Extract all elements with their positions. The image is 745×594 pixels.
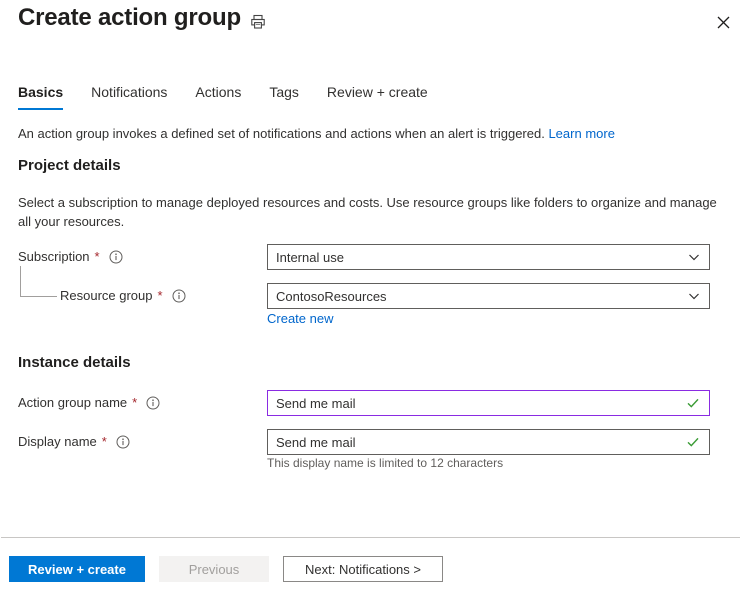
- chevron-down-icon: [688, 251, 700, 263]
- checkmark-icon: [686, 435, 700, 449]
- resource-group-label-text: Resource group: [60, 288, 153, 303]
- page-header: Create action group: [0, 0, 745, 56]
- resource-group-label: Resource group *: [60, 288, 186, 303]
- required-marker: *: [157, 288, 163, 303]
- project-details-heading: Project details: [18, 157, 121, 174]
- subscription-dropdown[interactable]: Internal use: [267, 244, 710, 270]
- info-icon[interactable]: [172, 289, 186, 303]
- tab-actions[interactable]: Actions: [181, 80, 255, 110]
- next-notifications-button[interactable]: Next: Notifications >: [283, 556, 443, 582]
- action-group-name-label: Action group name *: [18, 395, 160, 410]
- close-icon[interactable]: [707, 6, 739, 38]
- tab-basics[interactable]: Basics: [18, 80, 77, 110]
- tab-notifications[interactable]: Notifications: [77, 80, 181, 110]
- learn-more-link[interactable]: Learn more: [548, 126, 614, 141]
- project-details-description: Select a subscription to manage deployed…: [18, 195, 717, 229]
- create-new-link[interactable]: Create new: [267, 311, 333, 326]
- footer-actions: Review + create Previous Next: Notificat…: [9, 556, 443, 582]
- chevron-down-icon: [688, 290, 700, 302]
- info-icon[interactable]: [146, 396, 160, 410]
- review-create-button[interactable]: Review + create: [9, 556, 145, 582]
- resource-group-connector: [20, 266, 57, 297]
- action-group-name-value: Send me mail: [276, 395, 356, 411]
- tab-review-create[interactable]: Review + create: [313, 80, 442, 110]
- info-icon[interactable]: [116, 435, 130, 449]
- subscription-label: Subscription *: [18, 249, 123, 264]
- resource-group-dropdown[interactable]: ContosoResources: [267, 283, 710, 309]
- print-icon[interactable]: [246, 10, 270, 34]
- footer-divider: [1, 537, 740, 538]
- action-group-name-input[interactable]: Send me mail: [267, 390, 710, 416]
- display-name-input[interactable]: Send me mail: [267, 429, 710, 455]
- tab-tags[interactable]: Tags: [255, 80, 313, 110]
- required-marker: *: [132, 395, 138, 410]
- page-title: Create action group: [18, 4, 241, 31]
- action-group-name-label-text: Action group name: [18, 395, 128, 410]
- display-name-value: Send me mail: [276, 434, 356, 450]
- required-marker: *: [94, 249, 100, 264]
- subscription-label-text: Subscription: [18, 249, 90, 264]
- intro-description: An action group invokes a defined set of…: [18, 126, 545, 141]
- previous-button[interactable]: Previous: [159, 556, 269, 582]
- display-name-label: Display name *: [18, 434, 130, 449]
- intro-text: An action group invokes a defined set of…: [18, 126, 615, 142]
- resource-group-value: ContosoResources: [276, 288, 387, 304]
- required-marker: *: [101, 434, 107, 449]
- checkmark-icon: [686, 396, 700, 410]
- instance-details-heading: Instance details: [18, 354, 131, 371]
- info-icon[interactable]: [109, 250, 123, 264]
- wizard-tabs: Basics Notifications Actions Tags Review…: [18, 80, 442, 110]
- subscription-value: Internal use: [276, 249, 344, 265]
- display-name-label-text: Display name: [18, 434, 97, 449]
- display-name-hint: This display name is limited to 12 chara…: [267, 456, 504, 470]
